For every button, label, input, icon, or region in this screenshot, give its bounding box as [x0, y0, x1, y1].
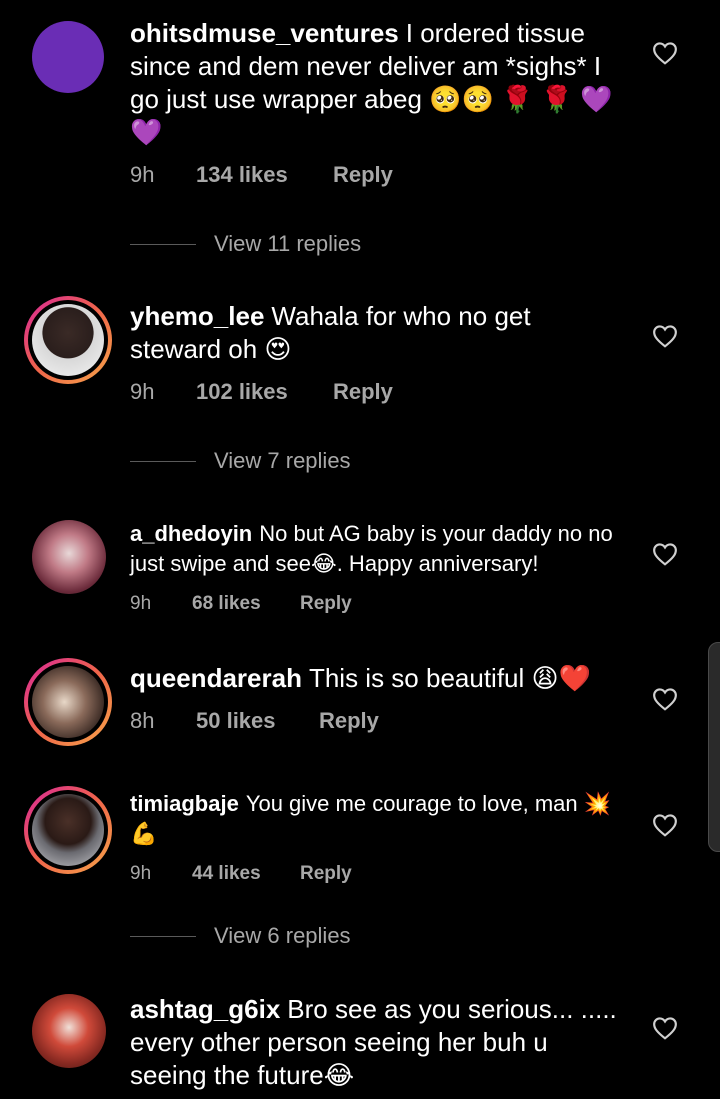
- comment-text: yhemo_lee Wahala for who no get steward o…: [130, 300, 628, 366]
- view-replies-label: View 11 replies: [214, 231, 362, 256]
- comment-username[interactable]: yhemo_lee: [130, 301, 264, 331]
- comment-likes[interactable]: 134 likes: [196, 162, 333, 188]
- divider: [130, 460, 196, 462]
- reply-button[interactable]: Reply: [333, 162, 393, 188]
- comment-time: 9h: [130, 379, 155, 404]
- comment-body: ohitsdmuse_ventures I ordered tissue sinc…: [130, 17, 628, 188]
- comment-body: queendarerah This is so beautiful 😩❤️ 8h …: [130, 662, 628, 734]
- avatar[interactable]: [32, 994, 106, 1068]
- comment-body: timiagbaje You give me courage to love, m…: [130, 789, 628, 885]
- heart-outline-icon[interactable]: [652, 324, 678, 348]
- heart-outline-icon[interactable]: [652, 542, 678, 566]
- reply-button[interactable]: Reply: [333, 379, 393, 405]
- reply-button[interactable]: Reply: [300, 593, 352, 615]
- comment-text: queendarerah This is so beautiful 😩❤️: [130, 662, 628, 695]
- comment-likes[interactable]: 102 likes: [196, 379, 333, 405]
- comment-time: 9h: [130, 593, 152, 614]
- comment-username[interactable]: timiagbaje: [130, 791, 239, 816]
- comment-meta: 9h 44 likes Reply: [130, 863, 628, 885]
- view-replies-button[interactable]: View 11 replies: [130, 231, 361, 257]
- comment-likes[interactable]: 44 likes: [192, 863, 300, 885]
- comment-time: 9h: [130, 162, 155, 187]
- reply-button[interactable]: Reply: [319, 708, 379, 734]
- comment-text: ohitsdmuse_ventures I ordered tissue sinc…: [130, 17, 628, 149]
- comment-meta: 9h 68 likes Reply: [130, 593, 628, 615]
- view-replies-label: View 7 replies: [214, 448, 351, 473]
- comment-text: timiagbaje You give me courage to love, m…: [130, 789, 628, 849]
- comment-meta: 9h 134 likes Reply: [130, 162, 628, 188]
- view-replies-button[interactable]: View 7 replies: [130, 448, 351, 474]
- comment-meta: 9h 102 likes Reply: [130, 379, 628, 405]
- comment-likes[interactable]: 50 likes: [196, 708, 319, 734]
- comment-time: 8h: [130, 708, 155, 733]
- view-replies-label: View 6 replies: [214, 923, 351, 948]
- comment-likes[interactable]: 68 likes: [192, 593, 300, 615]
- comment-body: a_dhedoyin No but AG baby is your daddy n…: [130, 519, 628, 615]
- comment-username[interactable]: ohitsdmuse_ventures: [130, 18, 399, 48]
- scroll-handle[interactable]: [708, 642, 720, 852]
- comment-username[interactable]: ashtag_g6ix: [130, 994, 280, 1024]
- avatar[interactable]: [24, 658, 112, 746]
- heart-outline-icon[interactable]: [652, 813, 678, 837]
- avatar[interactable]: [24, 296, 112, 384]
- comment-message: This is so beautiful 😩❤️: [308, 663, 591, 693]
- heart-outline-icon[interactable]: [652, 687, 678, 711]
- heart-outline-icon[interactable]: [652, 41, 678, 65]
- view-replies-button[interactable]: View 6 replies: [130, 923, 351, 949]
- comment-text: a_dhedoyin No but AG baby is your daddy n…: [130, 519, 628, 579]
- heart-outline-icon[interactable]: [652, 1016, 678, 1040]
- avatar[interactable]: [32, 21, 104, 93]
- comment-body: yhemo_lee Wahala for who no get steward o…: [130, 300, 628, 405]
- comment-username[interactable]: a_dhedoyin: [130, 521, 252, 546]
- comment-text: ashtag_g6ix Bro see as you serious... ...…: [130, 993, 628, 1092]
- comment-meta: 8h 50 likes Reply: [130, 708, 628, 734]
- comment-body: ashtag_g6ix Bro see as you serious... ...…: [130, 993, 628, 1092]
- divider: [130, 243, 196, 245]
- divider: [130, 935, 196, 937]
- comment-time: 9h: [130, 863, 152, 884]
- reply-button[interactable]: Reply: [300, 863, 352, 885]
- avatar[interactable]: [32, 520, 106, 594]
- avatar[interactable]: [24, 786, 112, 874]
- comment-username[interactable]: queendarerah: [130, 663, 302, 693]
